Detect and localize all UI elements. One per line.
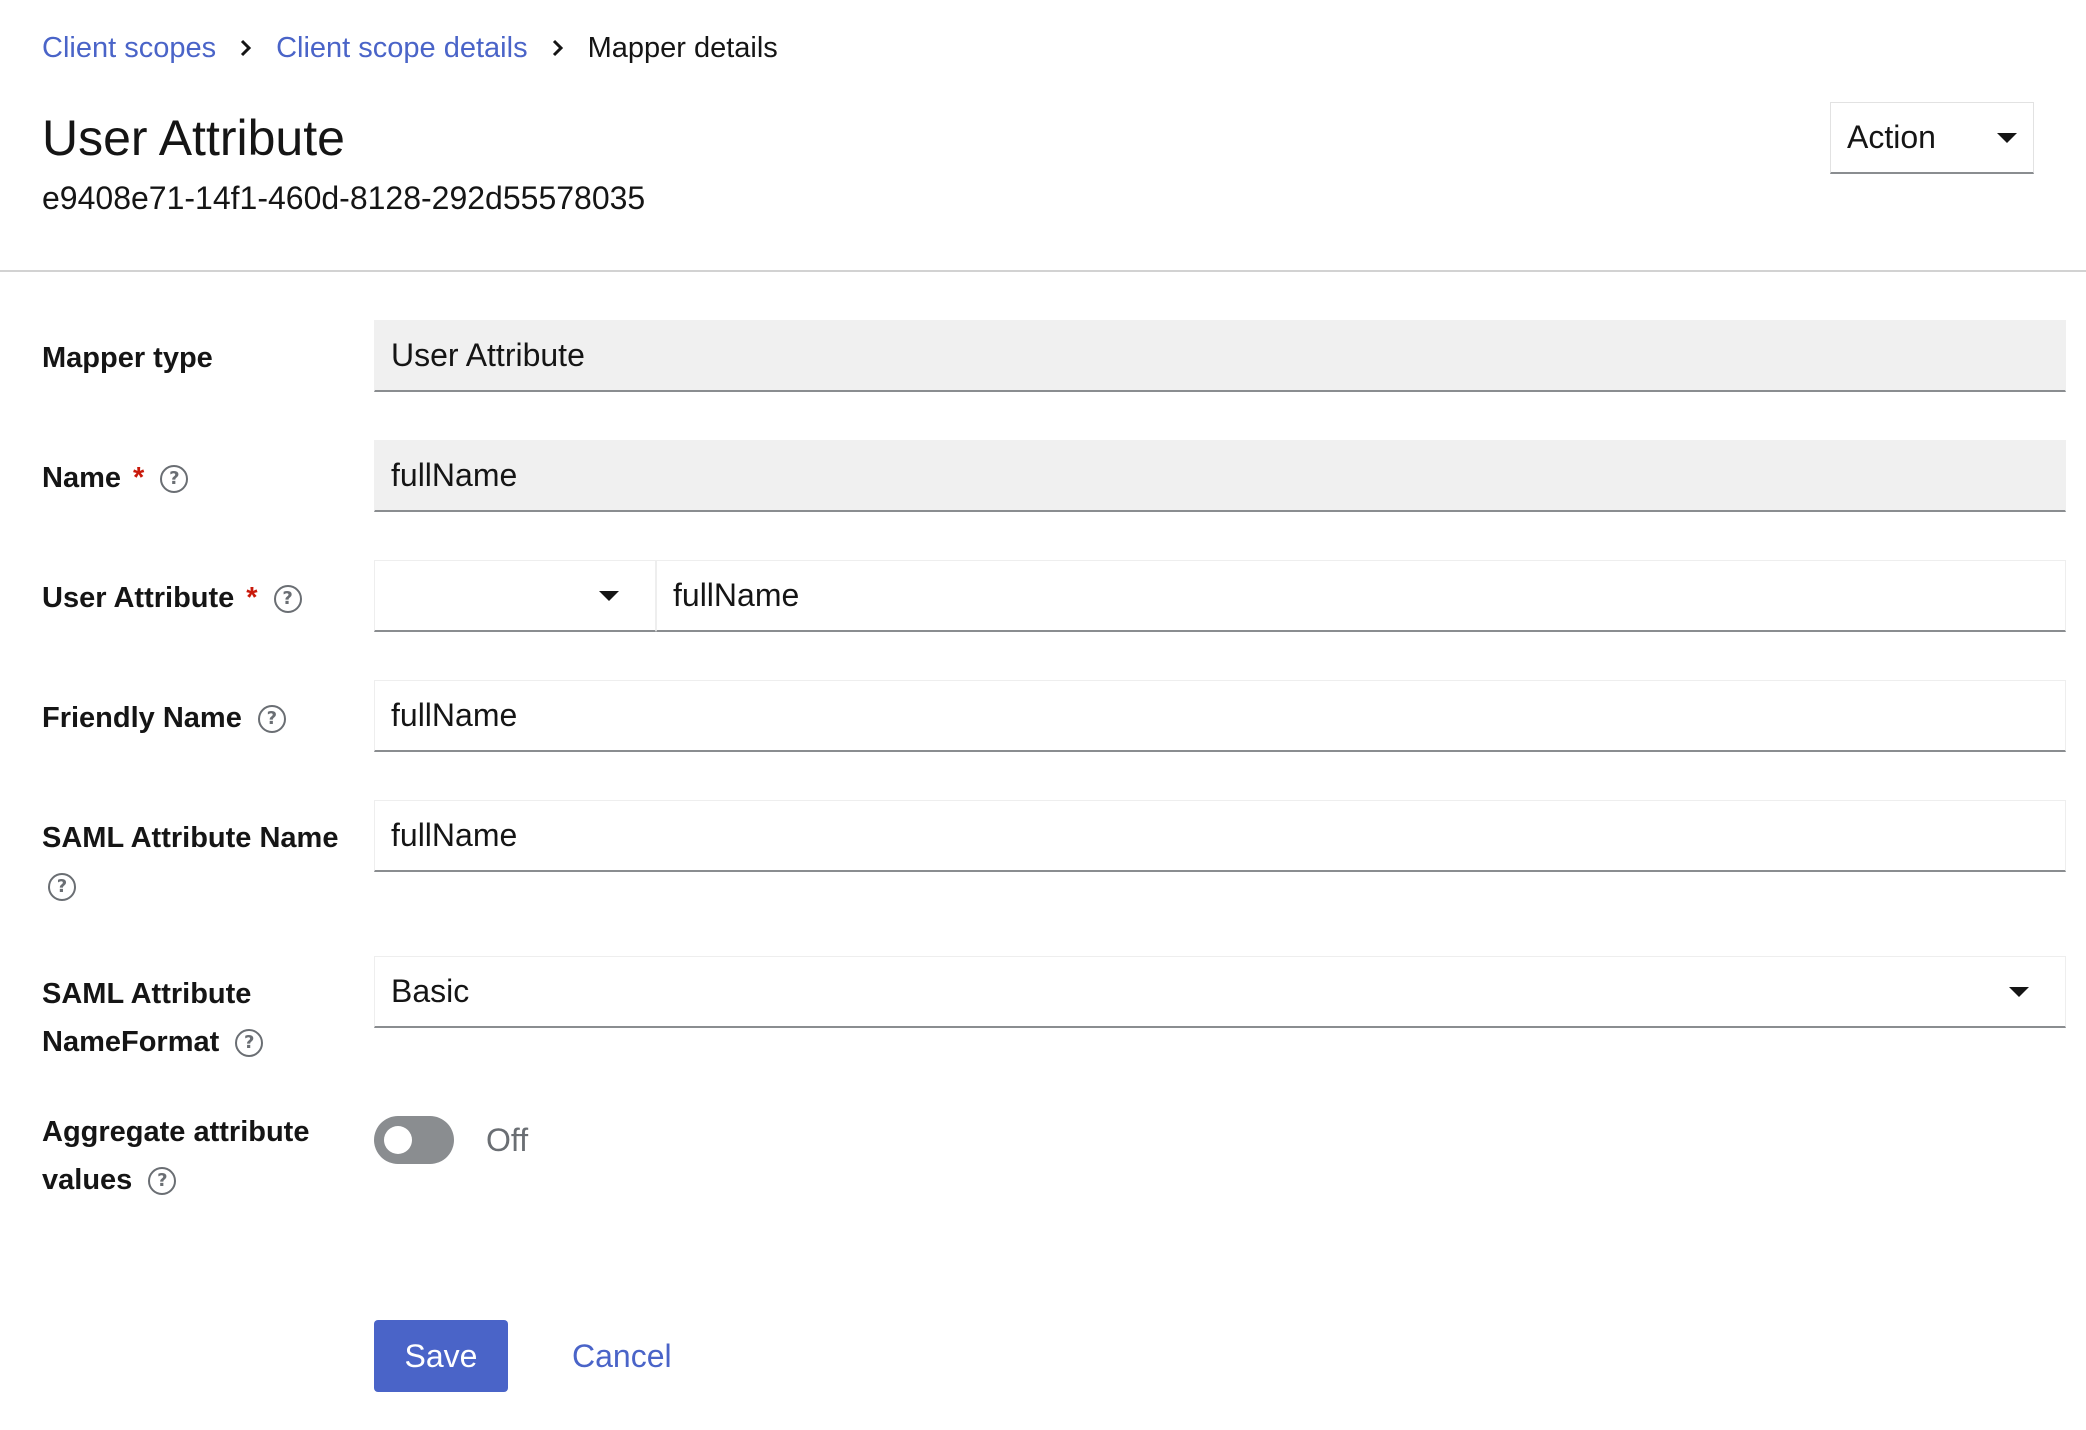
- help-icon[interactable]: ?: [48, 873, 76, 902]
- save-button[interactable]: Save: [374, 1320, 508, 1392]
- user-attribute-select[interactable]: [374, 560, 656, 632]
- help-icon[interactable]: ?: [148, 1167, 177, 1196]
- cancel-button[interactable]: Cancel: [552, 1320, 692, 1392]
- aggregate-attribute-values-toggle[interactable]: [374, 1116, 454, 1164]
- saml-attribute-name-label: SAML Attribute Name ?: [42, 814, 338, 910]
- aggregate-attribute-values-label: Aggregate attribute values?: [42, 1116, 310, 1196]
- breadcrumb-link-client-scopes[interactable]: Client scopes: [42, 32, 216, 65]
- action-dropdown-label: Action: [1847, 119, 1936, 155]
- name-label: Name *?: [42, 454, 189, 502]
- page-title: User Attribute: [42, 110, 345, 166]
- saml-attribute-nameformat-label: SAML Attribute NameFormat?: [42, 970, 264, 1066]
- toggle-knob: [384, 1126, 412, 1154]
- breadcrumb: Client scopes Client scope details Mappe…: [42, 28, 778, 68]
- action-dropdown[interactable]: Action: [1830, 102, 2034, 174]
- chevron-right-icon: [528, 28, 588, 68]
- caret-down-icon: [1997, 132, 2017, 143]
- friendly-name-label: Friendly Name?: [42, 694, 286, 742]
- mapper-type-field: User Attribute: [374, 320, 2066, 392]
- breadcrumb-current: Mapper details: [587, 31, 778, 64]
- required-marker: *: [133, 462, 145, 494]
- caret-down-icon: [599, 590, 619, 601]
- user-attribute-label: User Attribute *?: [42, 574, 302, 622]
- required-marker: *: [246, 582, 258, 614]
- chevron-right-icon: [216, 28, 276, 68]
- saml-attribute-name-input[interactable]: fullName: [374, 800, 2066, 872]
- saml-attribute-nameformat-select[interactable]: Basic: [374, 956, 2066, 1028]
- caret-down-icon: [2009, 986, 2029, 997]
- help-icon[interactable]: ?: [235, 1029, 264, 1058]
- header-divider: [0, 270, 2086, 272]
- name-field: fullName: [374, 440, 2066, 512]
- friendly-name-input[interactable]: fullName: [374, 680, 2066, 752]
- user-attribute-input[interactable]: fullName: [656, 560, 2066, 632]
- mapper-type-label: Mapper type: [42, 342, 213, 374]
- toggle-state-label: Off: [486, 1122, 529, 1158]
- help-icon[interactable]: ?: [273, 585, 302, 614]
- help-icon[interactable]: ?: [160, 465, 189, 494]
- mapper-id: e9408e71-14f1-460d-8128-292d55578035: [42, 180, 646, 216]
- help-icon[interactable]: ?: [257, 705, 286, 734]
- breadcrumb-link-client-scope-details[interactable]: Client scope details: [276, 32, 527, 65]
